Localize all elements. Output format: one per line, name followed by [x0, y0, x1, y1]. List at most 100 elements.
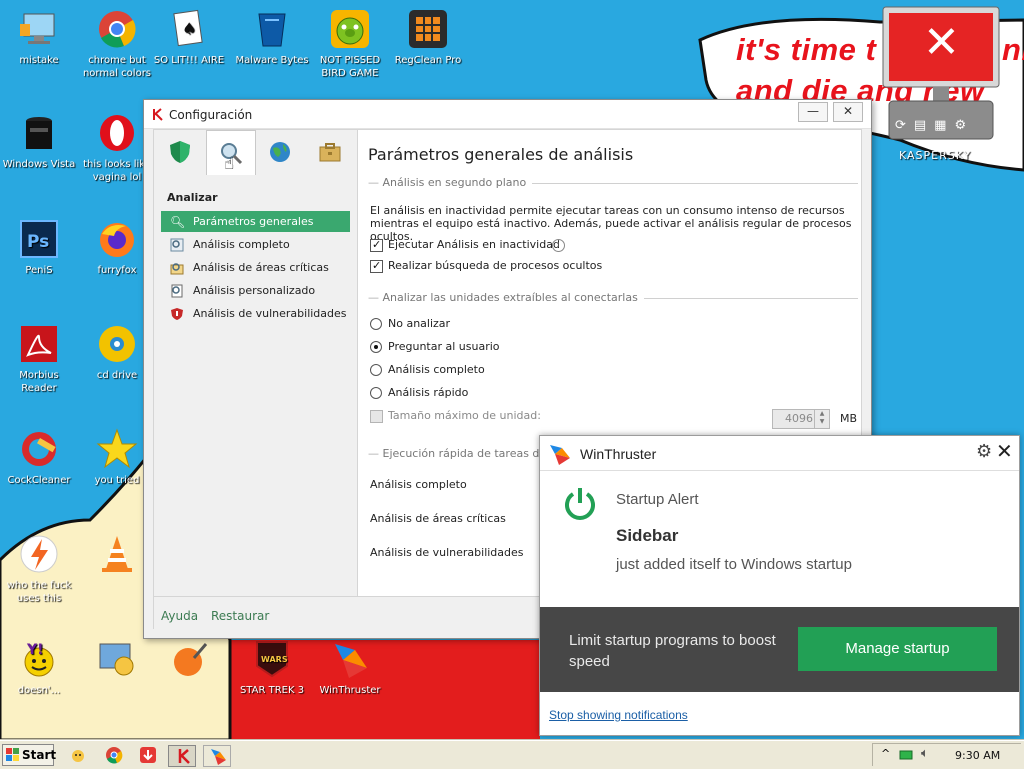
desktop-icon-who-uses-this[interactable]: who the fuck uses this	[0, 533, 78, 605]
gear-icon[interactable]: ⚙	[976, 441, 992, 462]
network-icon[interactable]	[899, 748, 913, 762]
help-link[interactable]: Ayuda	[161, 609, 198, 623]
page-title: Parámetros generales de análisis	[368, 145, 634, 164]
section-removable-drives: Analizar las unidades extraíbles al cone…	[368, 291, 858, 305]
nav-item-vulnerability-scan[interactable]: Análisis de vulnerabilidades	[161, 303, 350, 324]
desktop-icon-label: cd drive	[96, 370, 138, 381]
radio-full-scan[interactable]: Análisis completo	[370, 362, 490, 378]
winthruster-icon	[329, 638, 371, 680]
desktop-icon-label: Malware Bytes	[235, 55, 309, 66]
tab-advanced[interactable]	[306, 130, 354, 173]
minimize-button[interactable]: —	[798, 102, 828, 122]
desktop-icon-regclean-pro[interactable]: RegClean Pro	[389, 8, 467, 67]
green-pig-icon	[329, 8, 371, 50]
radio[interactable]	[370, 341, 382, 353]
radio-ask-user[interactable]: Preguntar al usuario	[370, 339, 510, 355]
close-x-icon: ✕	[923, 17, 960, 68]
taskbar-winthruster-icon[interactable]	[203, 745, 231, 767]
clock[interactable]: 9:30 AM	[955, 749, 1000, 762]
promo-text: Limit startup programs to boost speed	[569, 632, 776, 670]
desktop-icon-orange-ball[interactable]	[150, 638, 228, 684]
desktop-icon-windows-vista[interactable]: Windows Vista	[0, 112, 78, 171]
close-button[interactable]: ✕	[833, 102, 863, 122]
checkbox[interactable]	[370, 237, 383, 253]
windows-logo-icon	[6, 748, 19, 761]
desktop-icon-label: RegClean Pro	[394, 55, 462, 66]
radio[interactable]	[370, 387, 382, 399]
kaspersky-gadget[interactable]: ✕ ⟳▤▦⚙ KASPERSKY	[881, 5, 1001, 165]
vlc-cone-icon	[96, 533, 138, 575]
start-button[interactable]: Start	[2, 744, 56, 766]
desktop-icon-winthruster[interactable]: WinThruster	[311, 638, 389, 697]
nav-item-full-scan[interactable]: Análisis completo	[161, 234, 350, 255]
desktop-icon-so-lit-aire[interactable]: ♠ SO LIT!!! AIRE	[150, 8, 228, 67]
desktop-icon-label: STAR TREK 3	[239, 685, 305, 696]
taskbar-kaspersky-icon[interactable]	[168, 745, 196, 767]
power-icon	[565, 488, 595, 520]
radio[interactable]	[370, 364, 382, 376]
manage-startup-button[interactable]: Manage startup	[798, 627, 997, 671]
desktop-icon-not-pissed-bird-game[interactable]: NOT PISSED BIRD GAME	[311, 8, 389, 80]
desktop-icon-label: chrome but normal colors	[82, 55, 152, 79]
section-background-scan: Análisis en segundo plano	[368, 176, 858, 190]
radio[interactable]	[370, 318, 382, 330]
svg-text:WARS: WARS	[261, 655, 288, 664]
desktop-icon-label: NOT PISSED BIRD GAME	[319, 55, 381, 79]
close-icon[interactable]: ✕	[996, 439, 1013, 464]
quicklaunch-explorer-icon[interactable]	[68, 745, 88, 765]
desktop-icon-mistake[interactable]: mistake	[0, 8, 78, 67]
yahoo-messenger-icon: Y!	[18, 638, 60, 680]
tray-expand-chevron[interactable]: ^	[881, 747, 890, 760]
restore-link[interactable]: Restaurar	[211, 609, 269, 623]
desktop-icon-morbius-reader[interactable]: Morbius Reader	[0, 323, 78, 395]
max-size-spinner: 4096 ▲ ▼	[772, 409, 830, 429]
nav-item-custom-scan[interactable]: Análisis personalizado	[161, 280, 350, 301]
task-critical-areas: Análisis de áreas críticas	[370, 512, 506, 525]
nav-section-title: Analizar	[167, 191, 218, 204]
briefcase-icon	[319, 143, 341, 162]
nav-item-critical-areas[interactable]: Análisis de áreas críticas	[161, 257, 350, 278]
info-icon[interactable]: i	[552, 239, 565, 252]
desktop-icon-yahoo[interactable]: Y! doesn'...	[0, 638, 78, 697]
desktop-icon-penis[interactable]: Ps PeniS	[0, 218, 78, 277]
task-full-scan: Análisis completo	[370, 478, 467, 491]
quicklaunch-download-icon[interactable]	[138, 745, 158, 765]
window-titlebar[interactable]: Configuración — ✕	[144, 100, 871, 129]
hand-cursor-icon: ☝	[224, 154, 235, 174]
desktop-icon-label: WinThruster	[319, 685, 381, 696]
tab-update[interactable]	[256, 130, 304, 173]
solitaire-cards-icon: ♠	[168, 8, 210, 50]
checkbox-hidden-processes[interactable]: Realizar búsqueda de procesos ocultos	[370, 258, 602, 274]
shield-icon	[170, 141, 190, 163]
checkbox-idle-scan[interactable]: Ejecutar Análisis en inactividad i	[370, 237, 580, 253]
checkbox[interactable]	[370, 258, 383, 274]
radio-quick-scan[interactable]: Análisis rápido	[370, 385, 490, 401]
task-vulnerabilities: Análisis de vulnerabilidades	[370, 546, 524, 559]
desktop-icon-label: PeniS	[25, 265, 53, 276]
regclean-cube-icon	[407, 8, 449, 50]
tab-protection[interactable]	[156, 130, 204, 173]
desktop-icon-control-panel[interactable]	[78, 638, 156, 684]
desktop-icon-malware-bytes[interactable]: Malware Bytes	[233, 8, 311, 67]
desktop-icon-label: Windows Vista	[2, 159, 76, 170]
category-tabs: ☝	[154, 130, 357, 175]
nav-item-general-params[interactable]: 🔍︎ Parámetros generales	[161, 211, 350, 232]
ccleaner-icon	[18, 428, 60, 470]
radio-no-scan[interactable]: No analizar	[370, 316, 490, 332]
photoshop-icon: Ps	[18, 218, 60, 260]
magnifier-icon: 🔍︎	[170, 215, 186, 229]
volume-icon[interactable]: 🔈︎	[921, 746, 929, 761]
svg-text:Y!: Y!	[26, 642, 44, 658]
desktop-icon-star-trek-3[interactable]: WARS STAR TREK 3	[233, 638, 311, 697]
desktop-icon-cockcleaner[interactable]: CockCleaner	[0, 428, 78, 487]
tab-scan[interactable]: ☝	[206, 130, 256, 175]
stop-notifications-link[interactable]: Stop showing notifications	[549, 708, 688, 722]
quicklaunch-chrome-icon[interactable]	[104, 745, 124, 765]
acrobat-icon	[18, 323, 60, 365]
orange-sphere-icon	[168, 638, 210, 680]
desktop-icon-label: who the fuck uses this	[6, 580, 72, 604]
desktop-icon-chrome-normal-colors[interactable]: chrome but normal colors	[78, 8, 156, 80]
gadget-buttons: ⟳▤▦⚙	[895, 118, 975, 133]
window-title: Configuración	[169, 108, 253, 122]
custom-scan-icon	[171, 284, 183, 298]
